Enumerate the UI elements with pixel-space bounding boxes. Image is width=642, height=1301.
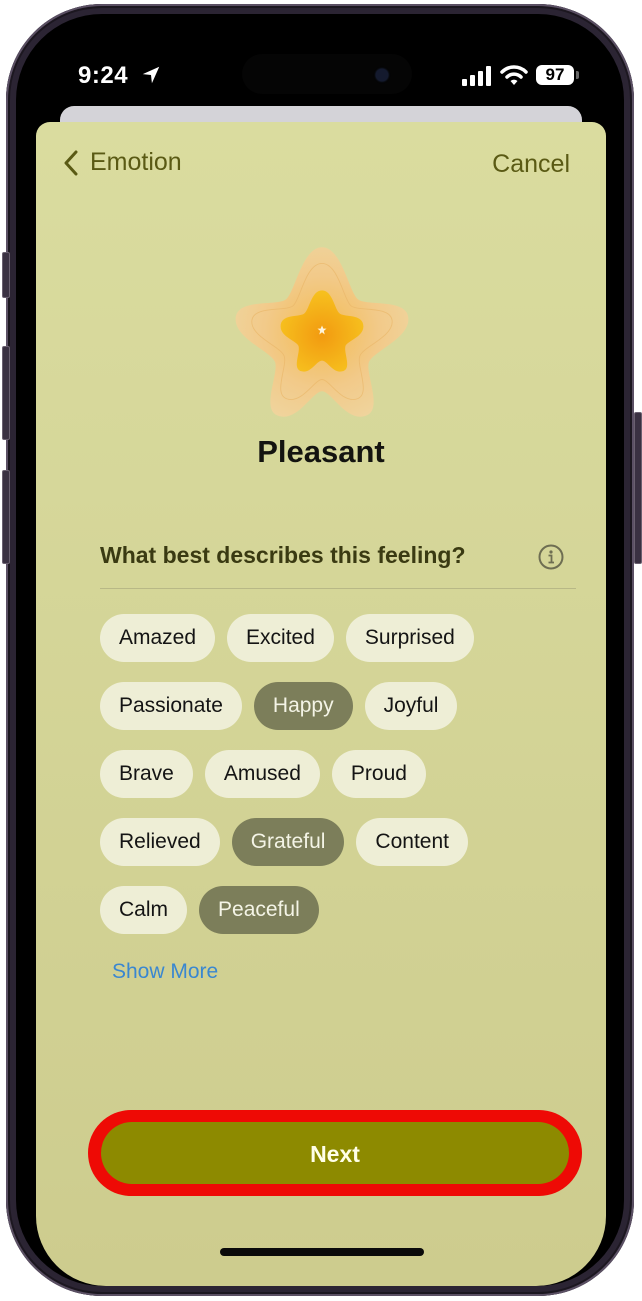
chip-row: Calm Peaceful: [100, 886, 570, 934]
feeling-chip-proud[interactable]: Proud: [331, 750, 426, 798]
chip-row: Amazed Excited Surprised: [100, 614, 570, 662]
front-camera: [376, 69, 388, 81]
volume-up-button: [2, 346, 10, 440]
feeling-chip-list: Amazed Excited Surprised Passionate Happy Joy…: [100, 614, 570, 954]
status-bar: 9:24 97: [16, 14, 624, 104]
back-button[interactable]: Emotion: [64, 148, 182, 177]
feeling-chip-happy[interactable]: Happy: [253, 682, 353, 730]
feeling-chip-calm[interactable]: Calm: [100, 886, 188, 934]
emotion-title: Pleasant: [257, 434, 385, 469]
feeling-chip-passionate[interactable]: Passionate: [100, 682, 242, 730]
feeling-chip-amused[interactable]: Amused: [204, 750, 320, 798]
power-button: [634, 412, 642, 564]
feeling-chip-grateful[interactable]: Grateful: [231, 818, 345, 866]
feeling-chip-relieved[interactable]: Relieved: [100, 818, 220, 866]
feeling-question: What best describes this feeling?: [100, 542, 466, 568]
feeling-chip-brave[interactable]: Brave: [100, 750, 193, 798]
chip-row: Passionate Happy Joyful: [100, 682, 570, 730]
screen: 9:24 97 Emotion Cancel Pleasant What bes…: [16, 14, 624, 1286]
location-arrow-icon: [142, 66, 160, 84]
next-button[interactable]: Next: [101, 1122, 569, 1184]
info-circle-icon[interactable]: [538, 544, 564, 570]
volume-down-button: [2, 470, 10, 564]
feeling-chip-joyful[interactable]: Joyful: [364, 682, 458, 730]
feeling-chip-excited[interactable]: Excited: [227, 614, 334, 662]
wifi-icon: [500, 65, 528, 85]
feeling-chip-content[interactable]: Content: [356, 818, 468, 866]
cellular-signal-icon: [462, 66, 491, 86]
battery-indicator: 97: [536, 65, 574, 85]
flower-emotion-icon: [235, 247, 409, 417]
feeling-chip-peaceful[interactable]: Peaceful: [199, 886, 319, 934]
action-button: [2, 252, 10, 298]
feeling-chip-surprised[interactable]: Surprised: [345, 614, 474, 662]
home-indicator[interactable]: [220, 1248, 424, 1256]
cancel-button[interactable]: Cancel: [492, 150, 570, 179]
divider: [100, 588, 576, 589]
back-button-label: Emotion: [90, 148, 182, 176]
status-time: 9:24: [78, 62, 129, 89]
chevron-left-icon: [64, 150, 78, 175]
show-more-link[interactable]: Show More: [112, 960, 218, 984]
battery-tip: [576, 71, 579, 79]
state-of-mind-sheet: Emotion Cancel Pleasant What best descri…: [36, 122, 606, 1286]
chip-row: Brave Amused Proud: [100, 750, 570, 798]
highlight-annotation: Next: [88, 1110, 582, 1196]
feeling-chip-amazed[interactable]: Amazed: [100, 614, 216, 662]
chip-row: Relieved Grateful Content: [100, 818, 570, 866]
